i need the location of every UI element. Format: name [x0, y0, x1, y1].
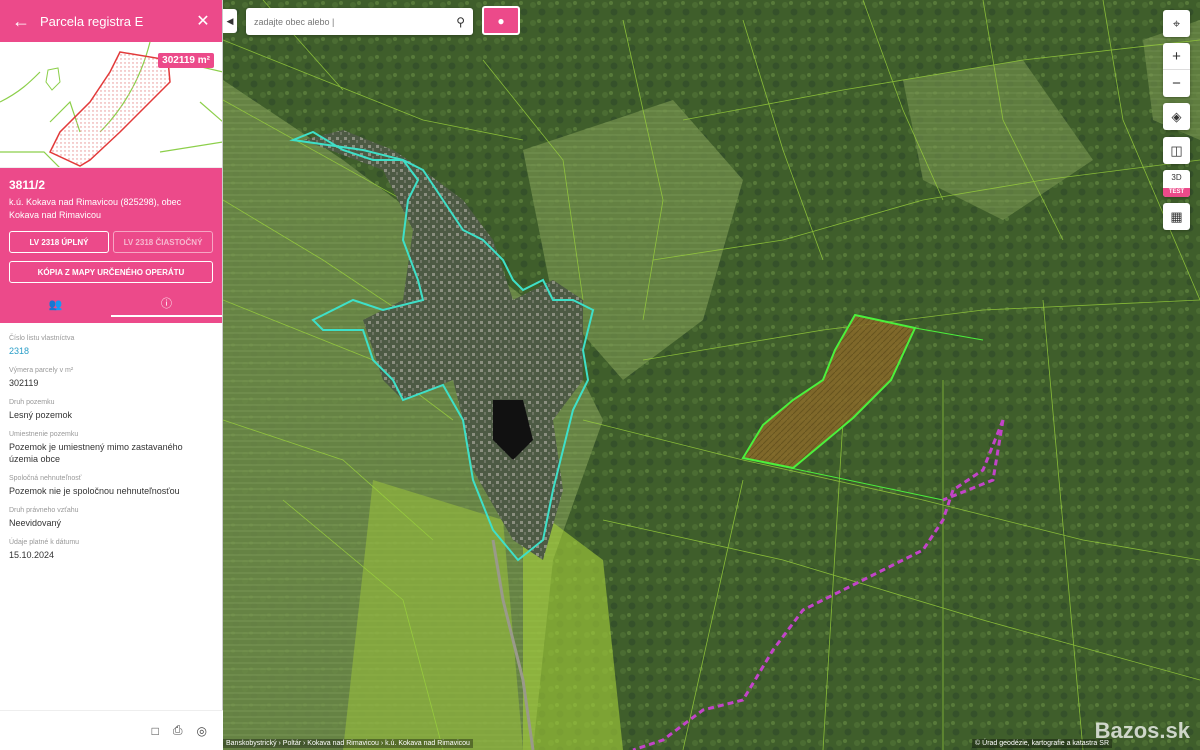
field-label: Umiestnenie pozemku — [9, 431, 79, 438]
field-legal-relation: Druh právneho vzťahu Neevidovaný — [9, 507, 213, 529]
3d-label: 3D — [1171, 173, 1182, 182]
sidebar-footer: □ ⎙ ◎ — [0, 710, 223, 750]
location-breadcrumb: Banskobystrický › Poltár › Kokava nad Ri… — [223, 739, 473, 748]
parcel-sidebar: ← Parcela registra E ✕ 302119 m² 3811/2 … — [0, 0, 223, 750]
parcel-info-panel: 3811/2 k.ú. Kokava nad Rimavicou (825298… — [0, 168, 222, 323]
area-badge: 302119 m² — [158, 53, 214, 68]
field-land-type: Druh pozemku Lesný pozemok — [9, 399, 213, 421]
test-badge: TEST — [1163, 188, 1190, 197]
field-label: Druh pozemku — [9, 399, 55, 406]
lv-full-button[interactable]: LV 2318 ÚPLNÝ — [9, 231, 109, 253]
field-value: Pozemok nie je spoločnou nehnuteľnosťou — [9, 486, 180, 496]
close-icon[interactable]: ✕ — [194, 12, 212, 30]
field-value: 302119 — [9, 378, 39, 388]
parcel-thumbnail-map: 302119 m² — [0, 42, 222, 168]
parcel-fields: Číslo listu vlastníctva 2318 Výmera parc… — [0, 323, 222, 561]
parcel-pin-button[interactable]: ● — [482, 6, 520, 35]
locate-icon[interactable]: ◎ — [197, 724, 207, 738]
copy-map-button[interactable]: KÓPIA Z MAPY URČENÉHO OPERÁTU — [9, 261, 213, 283]
map-attribution: © Úrad geodézie, kartografie a katastra … — [972, 739, 1112, 748]
crosshair-icon: ⌖ — [1172, 15, 1181, 31]
layers-icon: ◈ — [1171, 108, 1182, 124]
zoom-in-button[interactable]: + — [1163, 43, 1190, 70]
search-box[interactable]: zadajte obec alebo | ⚲ — [246, 8, 473, 35]
bookmark-icon[interactable]: □ — [152, 724, 159, 738]
field-value: 15.10.2024 — [9, 550, 55, 560]
zoom-out-button[interactable]: − — [1163, 70, 1190, 97]
layers-button[interactable]: ◈ — [1163, 103, 1190, 130]
locate-button[interactable]: ⌖ — [1163, 10, 1190, 37]
field-label: Výmera parcely v m² — [9, 367, 74, 374]
search-icon[interactable]: ⚲ — [456, 15, 465, 29]
sidebar-title: Parcela registra E — [40, 13, 144, 29]
parcel-location: k.ú. Kokava nad Rimavicou (825298), obec… — [9, 197, 182, 220]
split-map-icon: ◫ — [1170, 142, 1183, 158]
collapse-sidebar-button[interactable]: ◀ — [223, 9, 237, 33]
field-common-property: Spoločná nehnuteľnosť Pozemok nie je spo… — [9, 475, 213, 497]
field-value: Lesný pozemok — [9, 410, 73, 420]
field-label: Spoločná nehnuteľnosť — [9, 475, 82, 482]
field-label: Druh právneho vzťahu — [9, 507, 79, 514]
people-icon: 👥 — [48, 298, 63, 311]
print-icon[interactable]: ⎙ — [173, 723, 183, 738]
tab-info[interactable]: ⓘ — [111, 291, 222, 317]
back-arrow-icon[interactable]: ← — [10, 10, 32, 32]
lv-number-link[interactable]: 2318 — [9, 345, 213, 357]
lv-partial-button[interactable]: LV 2318 ČIASTOČNÝ — [113, 231, 213, 253]
image-icon: ▦ — [1170, 208, 1183, 224]
search-input[interactable]: zadajte obec alebo | — [254, 17, 456, 27]
field-label: Údaje platné k dátumu — [9, 539, 80, 546]
field-placement: Umiestnenie pozemku Pozemok je umiestnen… — [9, 431, 213, 465]
field-area: Výmera parcely v m² 302119 — [9, 367, 213, 389]
field-value: Neevidovaný — [9, 518, 62, 528]
tab-owners[interactable]: 👥 — [0, 291, 111, 317]
field-value: Pozemok je umiestnený mimo zastavaného ú… — [9, 442, 183, 464]
map-pin-icon: ● — [497, 13, 505, 28]
watermark: Bazos.sk — [1094, 718, 1190, 743]
parcel-number: 3811/2 — [9, 178, 46, 192]
field-lv-number: Číslo listu vlastníctva 2318 — [9, 335, 213, 357]
photo-map-button[interactable]: ▦ — [1163, 203, 1190, 230]
field-valid-date: Údaje platné k dátumu 15.10.2024 — [9, 539, 213, 561]
map-canvas[interactable] — [222, 0, 1200, 750]
zoom-control: + − — [1163, 43, 1190, 97]
map-svg[interactable] — [222, 0, 1200, 750]
sidebar-header: ← Parcela registra E ✕ — [0, 0, 222, 42]
info-icon: ⓘ — [161, 298, 172, 310]
compare-button[interactable]: ◫ — [1163, 137, 1190, 164]
3d-button[interactable]: 3D TEST — [1163, 170, 1190, 197]
field-label: Číslo listu vlastníctva — [9, 335, 75, 342]
